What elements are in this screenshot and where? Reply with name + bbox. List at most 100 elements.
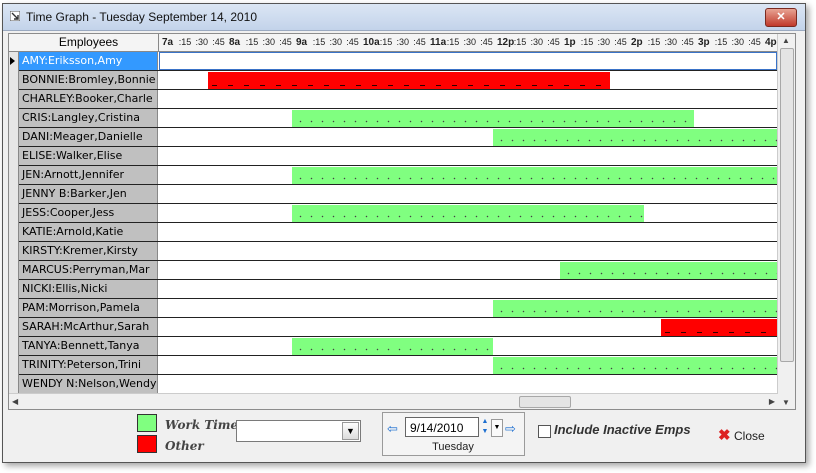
employee-row[interactable]: JEN:Arnott,Jennifer: [19, 166, 777, 185]
scroll-up-arrow-icon[interactable]: ▲: [782, 36, 790, 45]
employee-timeline[interactable]: [159, 128, 777, 146]
app-icon: [10, 11, 20, 21]
employee-timeline[interactable]: [159, 185, 777, 203]
next-day-arrow-icon[interactable]: ⇨: [505, 421, 516, 437]
employee-name-cell[interactable]: TANYA:Bennett,Tanya: [19, 337, 158, 355]
employee-name-cell[interactable]: AMY:Eriksson,Amy: [19, 52, 158, 70]
scroll-right-arrow-icon[interactable]: ▶: [769, 397, 775, 406]
employee-row[interactable]: JESS:Cooper,Jess: [19, 204, 777, 223]
work-time-bar[interactable]: [292, 110, 694, 127]
employee-timeline[interactable]: [159, 147, 777, 165]
include-inactive-checkbox[interactable]: [538, 425, 551, 438]
employee-row[interactable]: KIRSTY:Kremer,Kirsty: [19, 242, 777, 261]
employee-row[interactable]: TRINITY:Peterson,Trini: [19, 356, 777, 375]
other-time-bar[interactable]: [208, 72, 611, 89]
scroll-down-arrow-icon[interactable]: ▼: [782, 398, 790, 407]
employee-row[interactable]: JENNY B:Barker,Jen: [19, 185, 777, 204]
employee-name-cell[interactable]: JEN:Arnott,Jennifer: [19, 166, 158, 184]
employee-name-cell[interactable]: TRINITY:Peterson,Trini: [19, 356, 158, 374]
hour-tick-label: 1p: [564, 37, 576, 48]
employee-row[interactable]: KATIE:Arnold,Katie: [19, 223, 777, 242]
employee-name-cell[interactable]: JESS:Cooper,Jess: [19, 204, 158, 222]
work-time-bar[interactable]: [560, 262, 777, 279]
employee-name-cell[interactable]: BONNIE:Bromley,Bonnie: [19, 71, 158, 89]
employee-timeline[interactable]: [159, 204, 777, 222]
employee-name-cell[interactable]: CRIS:Langley,Cristina: [19, 109, 158, 127]
employee-name-cell[interactable]: ELISE:Walker,Elise: [19, 147, 158, 165]
horizontal-scroll-thumb[interactable]: [519, 396, 571, 408]
employee-timeline[interactable]: [159, 52, 777, 70]
employee-timeline[interactable]: [159, 261, 777, 279]
quarter-tick-label: :45: [748, 37, 761, 47]
date-spinner[interactable]: ▲ ▼: [481, 417, 489, 437]
vertical-scrollbar[interactable]: ▲ ▼: [777, 34, 795, 409]
employees-column-header[interactable]: Employees: [19, 34, 159, 51]
employee-row[interactable]: CHARLEY:Booker,Charle: [19, 90, 777, 109]
spin-up-icon[interactable]: ▲: [481, 417, 489, 427]
work-time-swatch: [137, 414, 157, 432]
employee-row[interactable]: DANI:Meager,Danielle: [19, 128, 777, 147]
time-graph-window: Time Graph - Tuesday September 14, 2010 …: [2, 3, 806, 463]
employee-row[interactable]: MARCUS:Perryman,Mar: [19, 261, 777, 280]
close-icon[interactable]: ✖: [718, 428, 732, 443]
work-time-bar[interactable]: [292, 167, 777, 184]
chevron-down-icon[interactable]: ▼: [342, 422, 359, 440]
hour-tick-label: 2p: [631, 37, 643, 48]
employee-timeline[interactable]: [159, 280, 777, 298]
employee-name-cell[interactable]: PAM:Morrison,Pamela: [19, 299, 158, 317]
horizontal-scrollbar[interactable]: ◀ ▶: [9, 393, 778, 409]
employee-row[interactable]: PAM:Morrison,Pamela: [19, 299, 777, 318]
hour-tick-label: 11a: [430, 37, 447, 48]
employee-row[interactable]: WENDY N:Nelson,Wendy: [19, 375, 777, 394]
work-time-bar[interactable]: [292, 205, 644, 222]
employee-name-cell[interactable]: CHARLEY:Booker,Charle: [19, 90, 158, 108]
employee-row[interactable]: ELISE:Walker,Elise: [19, 147, 777, 166]
employee-timeline[interactable]: [159, 337, 777, 355]
vertical-scroll-thumb[interactable]: [780, 48, 794, 362]
hour-tick-label: 10a: [363, 37, 380, 48]
window-close-button[interactable]: ✕: [765, 8, 797, 27]
employee-timeline[interactable]: [159, 90, 777, 108]
employee-row[interactable]: BONNIE:Bromley,Bonnie: [19, 71, 777, 90]
scroll-left-arrow-icon[interactable]: ◀: [12, 397, 18, 406]
work-time-bar[interactable]: [292, 338, 493, 355]
employee-timeline[interactable]: [159, 223, 777, 241]
employee-name-cell[interactable]: SARAH:McArthur,Sarah: [19, 318, 158, 336]
work-time-bar[interactable]: [493, 357, 777, 374]
employee-name-cell[interactable]: MARCUS:Perryman,Mar: [19, 261, 158, 279]
employee-timeline[interactable]: [159, 71, 777, 89]
employee-row[interactable]: CRIS:Langley,Cristina: [19, 109, 777, 128]
employee-timeline[interactable]: [159, 242, 777, 260]
employee-name-cell[interactable]: KIRSTY:Kremer,Kirsty: [19, 242, 158, 260]
employee-timeline[interactable]: [159, 166, 777, 184]
filter-dropdown[interactable]: ▼: [236, 420, 361, 442]
employee-timeline[interactable]: [159, 318, 777, 336]
date-input[interactable]: 9/14/2010: [405, 417, 479, 437]
employee-row[interactable]: NICKI:Ellis,Nicki: [19, 280, 777, 299]
previous-day-arrow-icon[interactable]: ⇦: [387, 421, 398, 437]
calendar-dropdown-button[interactable]: ▼: [491, 419, 503, 437]
employee-name-cell[interactable]: DANI:Meager,Danielle: [19, 128, 158, 146]
employee-row[interactable]: AMY:Eriksson,Amy: [10, 52, 777, 71]
employee-name-cell[interactable]: JENNY B:Barker,Jen: [19, 185, 158, 203]
quarter-tick-label: :15: [580, 37, 594, 47]
close-button[interactable]: Close: [734, 429, 765, 443]
quarter-tick-label: :15: [312, 37, 326, 47]
quarter-tick-label: :15: [379, 37, 393, 47]
employee-name-cell[interactable]: WENDY N:Nelson,Wendy: [19, 375, 158, 393]
other-time-bar[interactable]: [660, 319, 777, 336]
employee-row[interactable]: TANYA:Bennett,Tanya: [19, 337, 777, 356]
quarter-tick-label: :45: [413, 37, 426, 47]
work-time-bar[interactable]: [493, 129, 777, 146]
quarter-tick-label: :15: [446, 37, 460, 47]
employee-name-cell[interactable]: KATIE:Arnold,Katie: [19, 223, 158, 241]
employee-row[interactable]: SARAH:McArthur,Sarah: [19, 318, 777, 337]
work-time-bar[interactable]: [493, 300, 777, 317]
employee-timeline[interactable]: [159, 375, 777, 393]
spin-down-icon[interactable]: ▼: [481, 427, 489, 437]
employee-timeline[interactable]: [159, 356, 777, 374]
employee-timeline[interactable]: [159, 299, 777, 317]
employee-timeline[interactable]: [159, 109, 777, 127]
include-inactive-label[interactable]: Include Inactive Emps: [554, 422, 691, 437]
employee-name-cell[interactable]: NICKI:Ellis,Nicki: [19, 280, 158, 298]
